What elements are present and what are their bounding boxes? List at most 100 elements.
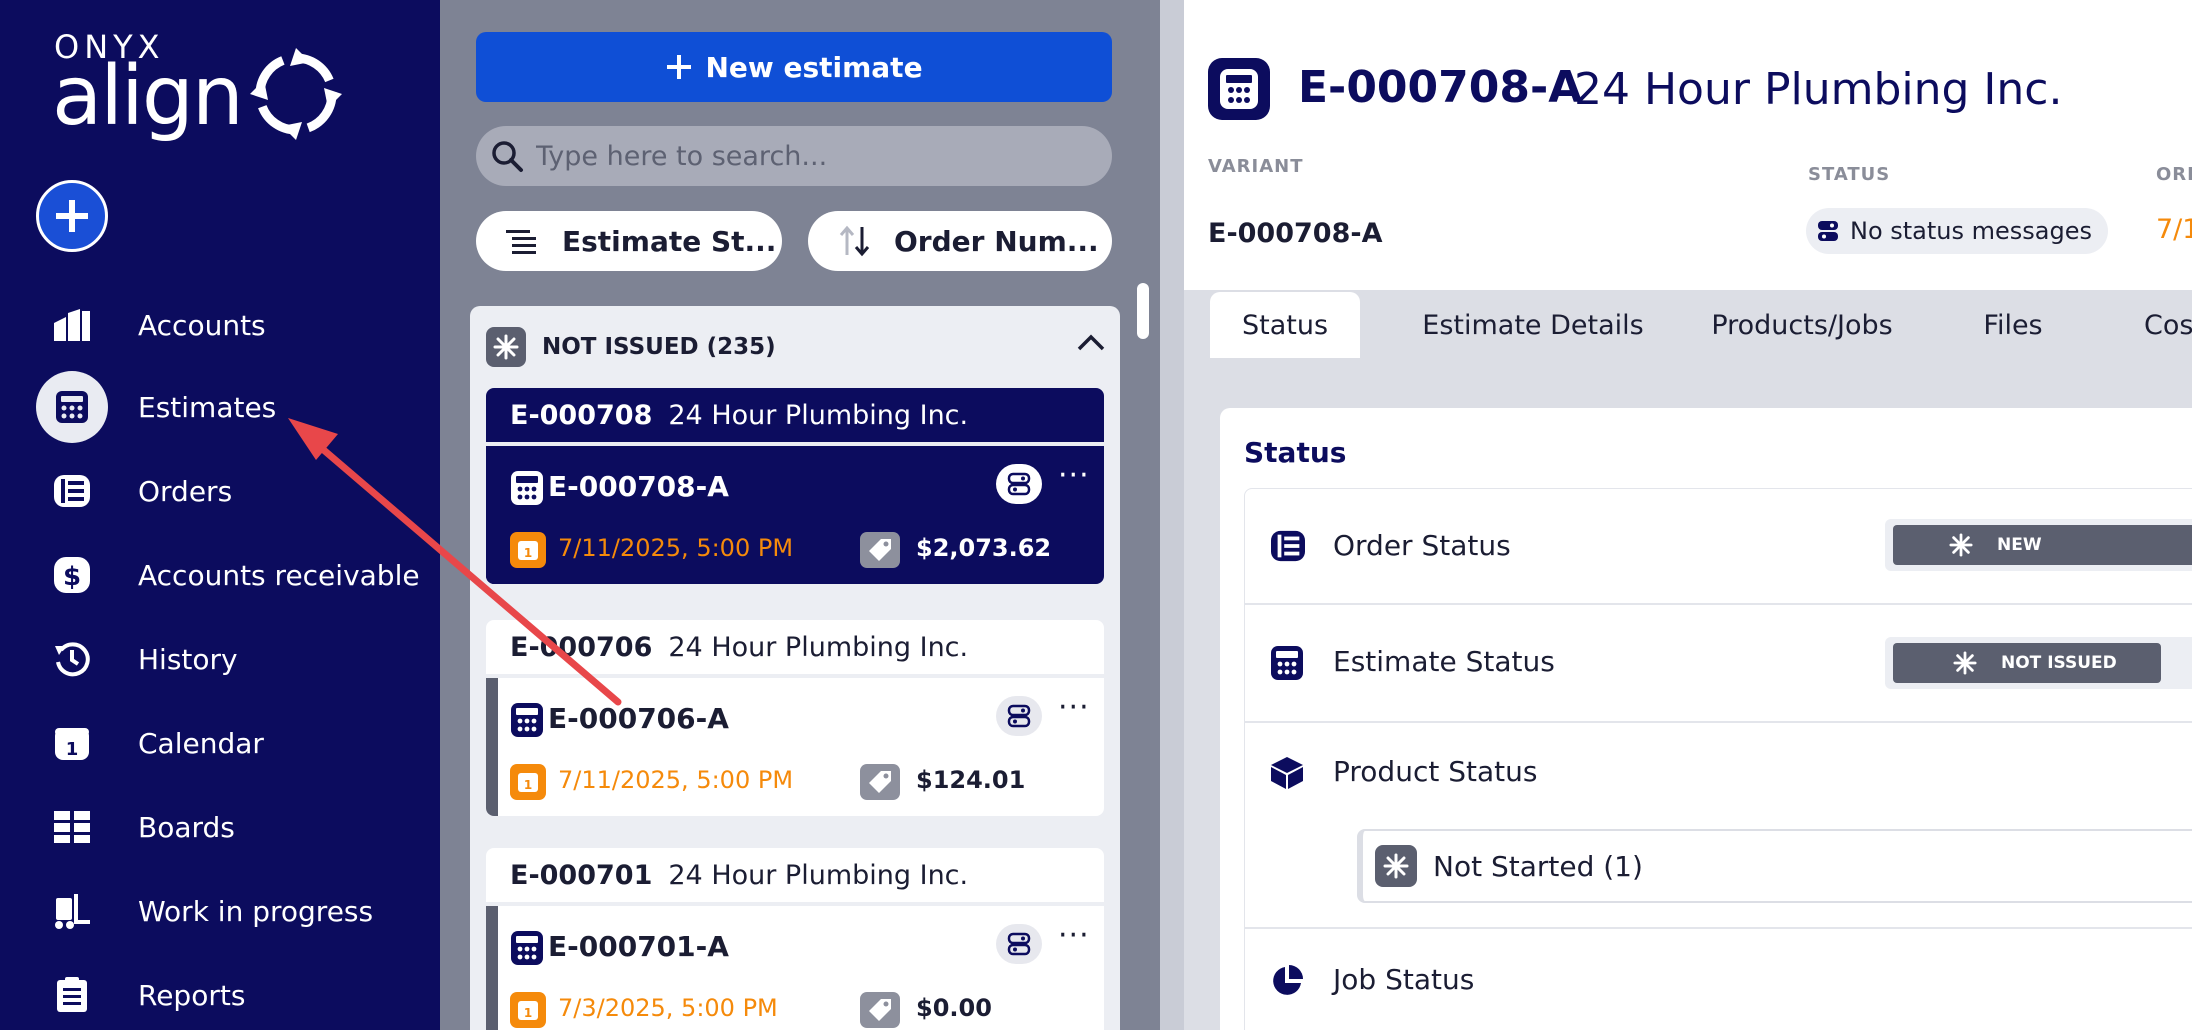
asterisk-icon xyxy=(1953,651,1977,675)
pie-chart-icon xyxy=(1273,965,1303,995)
more-options-button[interactable]: ··· xyxy=(1058,918,1090,953)
status-messages-button[interactable] xyxy=(996,924,1042,964)
estimate-status-box[interactable]: NOT ISSUED xyxy=(1885,637,2192,689)
calendar-icon: 1 xyxy=(510,992,546,1028)
calculator-icon xyxy=(1208,58,1270,120)
sidebar-item-label: Boards xyxy=(138,810,235,844)
status-toggle-icon xyxy=(1007,932,1031,956)
card-price: $124.01 xyxy=(916,766,1026,794)
sort-order-label: Order Num... xyxy=(894,224,1099,258)
product-status-label: Product Status xyxy=(1333,755,1538,788)
tab-label: Status xyxy=(1241,309,1329,341)
calculator-icon xyxy=(511,703,543,737)
group-title: NOT ISSUED (235) xyxy=(542,334,776,360)
sidebar-item-boards[interactable]: Boards xyxy=(0,792,440,862)
tab-label: Cos xyxy=(2144,309,2192,341)
tab-label: Products/Jobs xyxy=(1711,309,1893,341)
status-messages-button[interactable] xyxy=(996,696,1042,736)
estimate-card[interactable]: E-000706 24 Hour Plumbing Inc. E-000706-… xyxy=(486,620,1104,816)
card-header: E-000701 24 Hour Plumbing Inc. xyxy=(486,848,1104,906)
accounts-icon xyxy=(36,289,108,361)
group-header[interactable]: NOT ISSUED (235) xyxy=(486,327,1106,367)
calendar-day: 1 xyxy=(524,778,532,792)
calculator-icon xyxy=(511,471,543,505)
estimate-status-row: Estimate Status NOT ISSUED xyxy=(1245,605,2192,723)
calculator-icon xyxy=(511,931,543,965)
sidebar-item-label: History xyxy=(138,642,238,676)
estimate-card[interactable]: E-000701 24 Hour Plumbing Inc. E-000701-… xyxy=(486,848,1104,1030)
sort-order-number-button[interactable]: Order Num... xyxy=(808,211,1112,271)
job-status-row: Job Status xyxy=(1245,929,2192,1030)
card-variant-row[interactable]: E-000708-A ··· 1 7/11/2025, 5:00 PM $2,0… xyxy=(486,446,1104,584)
card-header: E-000708 24 Hour Plumbing Inc. xyxy=(486,388,1104,446)
card-estimate-number: E-000706 xyxy=(510,631,653,663)
sidebar-item-reports[interactable]: Reports xyxy=(0,960,440,1030)
card-company: 24 Hour Plumbing Inc. xyxy=(668,631,969,663)
sidebar-item-calendar[interactable]: 1 Calendar xyxy=(0,708,440,778)
sidebar: ONYX align Accounts Estimates Orders $ A… xyxy=(0,0,440,1030)
job-status-label: Job Status xyxy=(1333,963,1475,996)
order-status-chip[interactable]: NEW xyxy=(1893,525,2192,565)
tab-status[interactable]: Status xyxy=(1210,292,1360,358)
status-card: Order Status NEW Estimate Status NOT ISS… xyxy=(1244,488,2192,1030)
work-in-progress-icon xyxy=(36,875,108,947)
orders-icon xyxy=(36,455,108,527)
status-messages-button[interactable] xyxy=(996,464,1042,504)
estimate-status-chip[interactable]: NOT ISSUED xyxy=(1893,643,2161,683)
svg-text:1: 1 xyxy=(66,739,79,760)
sidebar-item-accounts-receivable[interactable]: $ Accounts receivable xyxy=(0,540,440,610)
sidebar-item-orders[interactable]: Orders xyxy=(0,456,440,526)
status-messages-chip[interactable]: No status messages xyxy=(1806,208,2109,254)
sidebar-item-history[interactable]: History xyxy=(0,624,440,694)
order-status-box[interactable]: NEW xyxy=(1885,519,2192,571)
calendar-day: 1 xyxy=(524,546,532,560)
sidebar-item-label: Accounts xyxy=(138,308,266,342)
status-value: No status messages xyxy=(1850,217,2093,245)
card-variant-row[interactable]: E-000706-A ··· 1 7/11/2025, 5:00 PM $124… xyxy=(486,678,1104,816)
price-tag-icon xyxy=(860,992,900,1028)
sidebar-item-label: Orders xyxy=(138,474,233,508)
sidebar-item-accounts[interactable]: Accounts xyxy=(0,290,440,360)
status-section-title: Status xyxy=(1244,436,1347,469)
search-input[interactable] xyxy=(536,140,1096,172)
order-status-value: NEW xyxy=(1997,535,2042,555)
tab-products-jobs[interactable]: Products/Jobs xyxy=(1702,292,1902,358)
card-variant-row[interactable]: E-000701-A ··· 1 7/3/2025, 5:00 PM $0.00 xyxy=(486,906,1104,1030)
new-estimate-button[interactable]: New estimate xyxy=(476,32,1112,102)
sidebar-item-label: Calendar xyxy=(138,726,264,760)
calculator-icon xyxy=(1271,646,1303,680)
more-options-button[interactable]: ··· xyxy=(1058,458,1090,493)
tab-estimate-details[interactable]: Estimate Details xyxy=(1402,292,1664,358)
estimate-card[interactable]: E-000708 24 Hour Plumbing Inc. E-000708-… xyxy=(486,388,1104,584)
more-options-button[interactable]: ··· xyxy=(1058,690,1090,725)
card-estimate-number: E-000701 xyxy=(510,859,653,891)
variant-value[interactable]: E-000708-A xyxy=(1208,218,1382,249)
status-toggle-icon xyxy=(1818,221,1838,241)
box-icon xyxy=(1271,757,1303,789)
sort-estimate-status-button[interactable]: Estimate St... xyxy=(476,211,782,271)
status-tab-content: Status Order Status NEW Estimate Status … xyxy=(1220,408,2192,1030)
sidebar-item-work-in-progress[interactable]: Work in progress xyxy=(0,876,440,946)
history-icon xyxy=(36,623,108,695)
search-icon xyxy=(492,141,523,172)
orders-icon xyxy=(1271,530,1305,562)
estimate-list-pane: New estimate Estimate St... Order Num...… xyxy=(440,0,1160,1030)
price-tag-icon xyxy=(860,764,900,800)
chevron-up-icon[interactable] xyxy=(1076,332,1106,352)
estimates-icon xyxy=(36,371,108,443)
svg-text:$: $ xyxy=(63,562,81,592)
card-variant-number: E-000701-A xyxy=(548,930,729,963)
list-scrollbar[interactable] xyxy=(1137,283,1149,339)
not-started-item[interactable]: Not Started (1) xyxy=(1357,829,2192,903)
tab-costs[interactable]: Cos xyxy=(2144,292,2192,358)
detail-title-number: E-000708-A xyxy=(1298,62,1583,113)
not-started-label: Not Started (1) xyxy=(1433,849,1643,883)
quick-add-button[interactable] xyxy=(36,180,108,252)
onyx-align-logo[interactable]: ONYX align xyxy=(52,28,352,148)
pane-divider[interactable] xyxy=(1160,0,1184,1030)
sidebar-item-estimates[interactable]: Estimates xyxy=(0,371,440,443)
detail-title-company[interactable]: 24 Hour Plumbing Inc. xyxy=(1574,64,2062,115)
search-bar[interactable] xyxy=(476,126,1112,186)
tab-files[interactable]: Files xyxy=(1968,292,2058,358)
card-price: $2,073.62 xyxy=(916,534,1052,562)
